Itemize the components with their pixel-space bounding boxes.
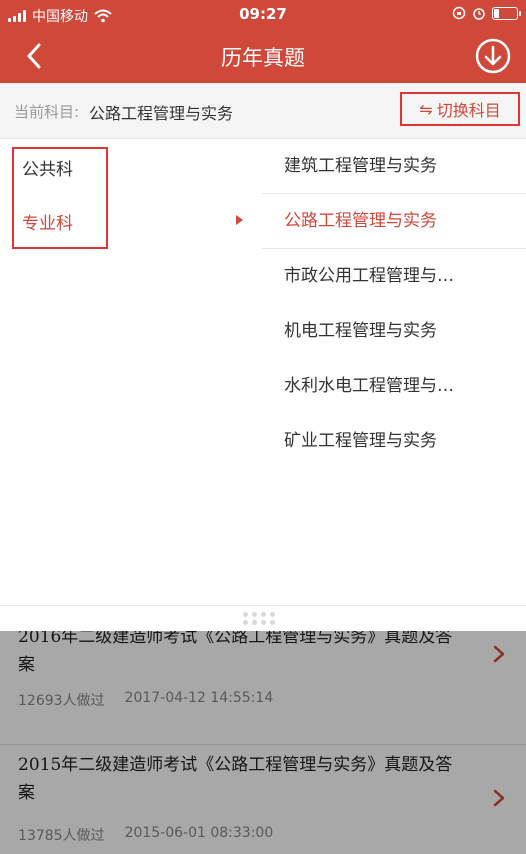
subject-item-water[interactable]: 水利水电工程管理与实务: [262, 359, 526, 414]
battery-icon: [492, 6, 521, 20]
subject-item-highway[interactable]: 公路工程管理与实务: [262, 194, 526, 249]
category-public[interactable]: 公共科: [22, 155, 73, 180]
app-header: 中国移动 09:27 历年真题: [0, 0, 526, 83]
subject-list: 建筑工程管理与实务 公路工程管理与实务 市政公用工程管理与实务 机电工程管理与实…: [262, 139, 526, 469]
subject-item-construction[interactable]: 建筑工程管理与实务: [262, 139, 526, 194]
alarm-icon: [473, 8, 485, 20]
current-subject-value: 公路工程管理与实务: [89, 104, 234, 123]
switch-icon: ⇋: [419, 99, 433, 119]
current-subject-bar: 当前科目: 公路工程管理与实务 ⇋ 切换科目: [0, 83, 526, 139]
category-selected-arrow-icon: [236, 215, 243, 225]
switch-subject-button[interactable]: ⇋ 切换科目: [400, 92, 520, 126]
subject-item-mining[interactable]: 矿业工程管理与实务: [262, 414, 526, 469]
category-professional[interactable]: 专业科: [22, 209, 73, 234]
nav-bar: 历年真题: [0, 30, 526, 83]
status-time: 09:27: [239, 5, 287, 23]
download-icon[interactable]: [474, 37, 512, 75]
subject-item-municipal[interactable]: 市政公用工程管理与实务: [262, 249, 526, 304]
subject-item-mechanical[interactable]: 机电工程管理与实务: [262, 304, 526, 359]
page-title: 历年真题: [221, 46, 305, 70]
status-bar: 中国移动 09:27: [0, 0, 526, 30]
lock-rotation-icon: [452, 6, 466, 20]
subject-picker-panel: 公共科 专业科 建筑工程管理与实务 公路工程管理与实务 市政公用工程管理与实务 …: [0, 139, 526, 605]
drag-handle-icon: [243, 612, 276, 625]
dim-overlay[interactable]: [0, 631, 526, 854]
panel-drag-handle[interactable]: [0, 605, 526, 631]
current-subject-label: 当前科目:: [14, 103, 80, 121]
switch-subject-label: 切换科目: [436, 101, 501, 120]
